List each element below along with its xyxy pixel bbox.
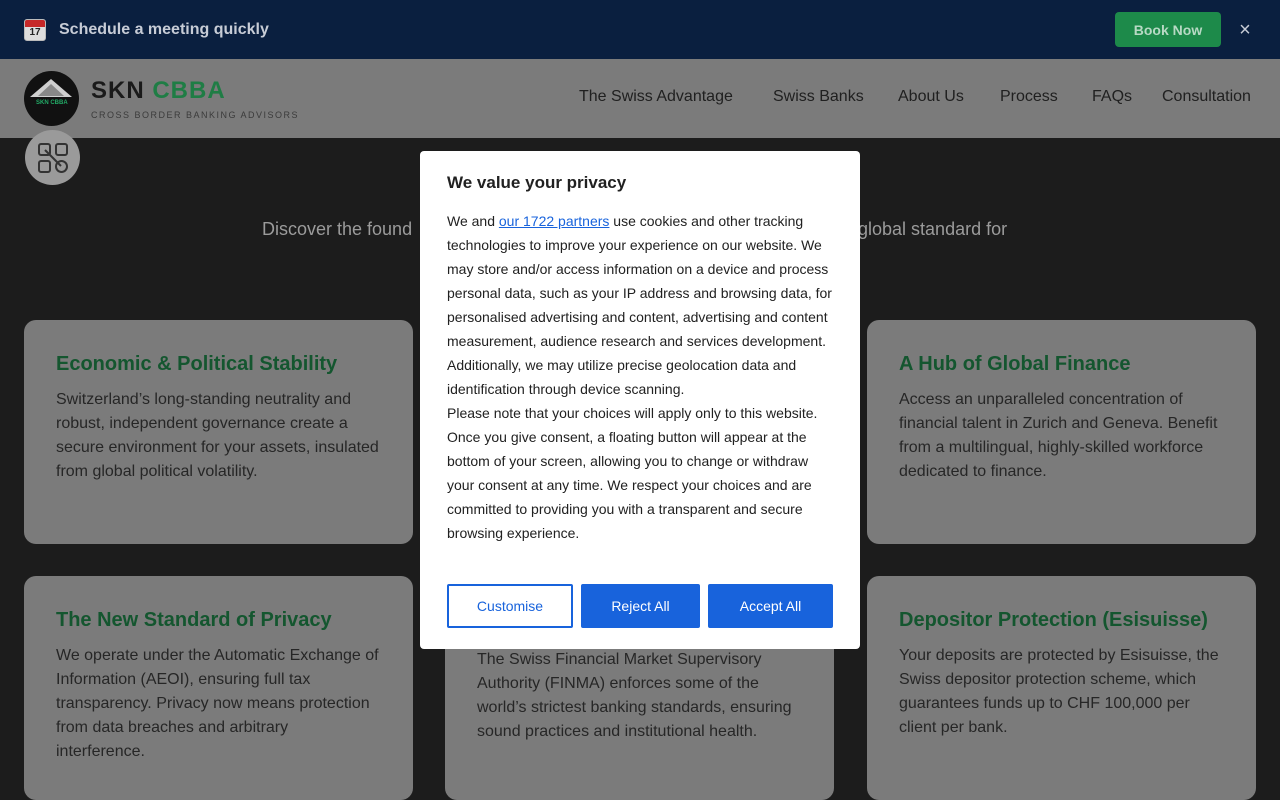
brand-tagline: CROSS BORDER BANKING ADVISORS	[91, 110, 300, 120]
logo[interactable]: SKN CBBA	[24, 71, 79, 126]
nav-faqs[interactable]: FAQs	[1092, 88, 1132, 106]
consent-note: Please note that your choices will apply…	[447, 405, 818, 541]
hero-subtitle-left: Discover the found	[262, 219, 413, 239]
card-title: The New Standard of Privacy	[56, 609, 332, 631]
consent-buttons: Customise Reject All Accept All	[447, 584, 833, 628]
logo-text: SKN CBBA	[36, 100, 68, 106]
accept-all-button[interactable]: Accept All	[708, 584, 833, 628]
cookie-consent-dialog: We value your privacy We and our 1722 pa…	[420, 151, 860, 649]
nav-about-us[interactable]: About Us	[898, 88, 964, 106]
feature-card: A Hub of Global Finance Access an unpara…	[867, 320, 1256, 544]
consent-body: We and our 1722 partners use cookies and…	[447, 209, 833, 545]
accessibility-icon	[37, 142, 68, 173]
card-body: Access an unparalleled concentration of …	[899, 391, 1218, 480]
card-body: We operate under the Automatic Exchange …	[56, 647, 379, 760]
nav-swiss-banks[interactable]: Swiss Banks	[773, 88, 864, 106]
feature-card: The New Standard of Privacy We operate u…	[24, 576, 413, 800]
card-title: A Hub of Global Finance	[899, 353, 1131, 375]
feature-card: Depositor Protection (Esisuisse) Your de…	[867, 576, 1256, 800]
partners-link[interactable]: our 1722 partners	[499, 213, 610, 229]
nav-process[interactable]: Process	[1000, 88, 1058, 106]
card-body: The Swiss Financial Market Supervisory A…	[477, 651, 792, 740]
customise-button[interactable]: Customise	[447, 584, 573, 628]
reject-all-button[interactable]: Reject All	[581, 584, 700, 628]
card-title: Depositor Protection (Esisuisse)	[899, 609, 1208, 631]
book-now-button[interactable]: Book Now	[1115, 12, 1221, 47]
promo-bar: 17 Schedule a meeting quickly Book Now ×	[0, 0, 1280, 59]
card-body: Your deposits are protected by Esisuisse…	[899, 647, 1219, 736]
hero-subtitle-right: global standard for	[858, 219, 1008, 239]
brand-name[interactable]: SKN CBBA	[91, 77, 226, 105]
card-body: Switzerland’s long-standing neutrality a…	[56, 391, 379, 480]
card-title: Economic & Political Stability	[56, 353, 338, 375]
nav-consultation[interactable]: Consultation	[1162, 88, 1251, 106]
promo-text: Schedule a meeting quickly	[59, 20, 269, 38]
accessibility-button[interactable]	[25, 130, 80, 185]
consent-title: We value your privacy	[447, 173, 627, 192]
nav-swiss-advantage[interactable]: The Swiss Advantage	[579, 88, 733, 106]
close-icon[interactable]: ×	[1236, 20, 1254, 40]
calendar-icon: 17	[24, 18, 46, 41]
feature-card: Economic & Political Stability Switzerla…	[24, 320, 413, 544]
